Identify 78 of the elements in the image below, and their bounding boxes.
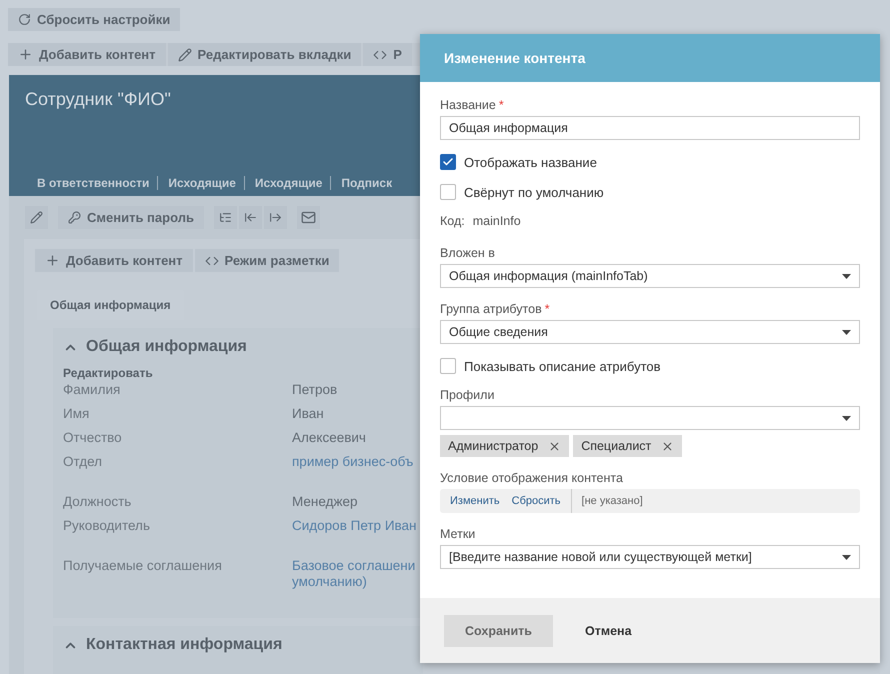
checkbox-label: Отображать название: [464, 154, 597, 170]
field-label: Профили: [440, 388, 496, 402]
code-label: Код:: [440, 214, 465, 228]
attribute-link[interactable]: Сидоров Петр Иван: [292, 518, 417, 534]
caret-down-icon: [842, 554, 851, 560]
arrow-out-icon: [268, 211, 282, 224]
header-tab[interactable]: Исходящие: [157, 176, 244, 190]
move-in-button[interactable]: [238, 206, 262, 229]
name-input[interactable]: Общая информация: [440, 116, 860, 140]
field-label: Вложен в: [440, 246, 496, 260]
condition-value: [не указано]: [580, 495, 643, 507]
close-icon[interactable]: [548, 440, 562, 452]
header-tab[interactable]: В ответственности: [25, 176, 158, 190]
checkbox[interactable]: [440, 358, 456, 374]
caret-down-icon: [842, 416, 851, 420]
attribute-link[interactable]: пример бизнес-объ: [292, 454, 414, 470]
condition-link[interactable]: Изменить: [450, 495, 500, 507]
checkbox[interactable]: [440, 184, 456, 200]
select-field[interactable]: Общие сведения: [440, 320, 860, 344]
toolbar-button[interactable]: Добавить контент: [35, 249, 193, 272]
condition-link[interactable]: Сбросить: [512, 495, 561, 507]
refresh-icon: [18, 13, 31, 26]
edit-link[interactable]: Редактировать: [63, 366, 413, 380]
caret-down-icon: [842, 274, 851, 278]
mail-button[interactable]: [296, 206, 320, 229]
pencil-icon: [30, 211, 43, 224]
plus-icon: [45, 253, 60, 268]
checkbox[interactable]: [440, 154, 456, 170]
attribute-label: Руководитель: [63, 518, 151, 533]
mail-icon: [300, 210, 316, 225]
field-label: Условие отображения контента: [440, 471, 624, 485]
edit-button[interactable]: [25, 206, 48, 229]
reset-settings-button[interactable]: Сбросить настройки: [8, 8, 180, 31]
attribute-link[interactable]: Базовое соглашени умолчанию): [292, 558, 416, 590]
dialog-title: Изменение контента: [444, 50, 586, 66]
attribute-value: Алексеевич: [292, 430, 366, 446]
attribute-label: Отдел: [63, 454, 104, 469]
check-icon: [442, 156, 454, 168]
caret-down-icon: [842, 330, 851, 334]
attribute-label: Получаемые соглашения: [63, 558, 223, 573]
toolbar-button[interactable]: Добавить контент: [8, 43, 166, 66]
section-title: Контактная информация: [86, 636, 282, 654]
field-label: Группа атрибутов *: [440, 302, 551, 316]
profile-tag: Специалист: [573, 435, 682, 457]
plus-icon: [18, 47, 33, 62]
key-icon: [68, 211, 81, 224]
attribute-value: Менеджер: [292, 494, 358, 510]
header-tab[interactable]: Подписк: [330, 176, 400, 190]
select-field[interactable]: Общая информация (mainInfoTab): [440, 264, 860, 288]
section-title: Общая информация: [86, 338, 247, 356]
toolbar-button[interactable]: Режим разметки: [194, 249, 340, 272]
checkbox-label: Показывать описание атрибутов: [464, 358, 661, 374]
profile-tag: Администратор: [440, 435, 570, 457]
attribute-value: Иван: [292, 406, 324, 422]
checkbox-label: Свёрнут по умолчанию: [464, 184, 604, 200]
field-label: Название *: [440, 98, 505, 112]
move-out-button[interactable]: [264, 206, 287, 229]
code-value: mainInfo: [472, 214, 521, 228]
toolbar-button[interactable]: Редактировать вкладки: [168, 43, 362, 66]
arrow-in-icon: [244, 211, 257, 224]
select-field[interactable]: [440, 406, 860, 430]
list-tree-icon: [218, 211, 232, 224]
attribute-label: Отчество: [63, 430, 123, 445]
card-title: Сотрудник "ФИО": [25, 89, 171, 110]
toolbar-button[interactable]: Р: [363, 43, 412, 66]
attribute-label: Должность: [63, 494, 132, 509]
attribute-label: Имя: [63, 406, 90, 421]
pencil-icon: [178, 48, 192, 62]
save-button[interactable]: Сохранить: [444, 614, 553, 646]
tree-button[interactable]: [214, 206, 237, 229]
field-label: Метки: [440, 527, 476, 541]
select-field[interactable]: [Введите название новой или существующей метки]: [440, 545, 860, 569]
close-icon[interactable]: [661, 440, 674, 452]
attribute-value: Петров: [292, 382, 338, 398]
change-password-button[interactable]: Сменить пароль: [58, 206, 204, 229]
header-tab[interactable]: Исходящие: [244, 176, 330, 190]
attribute-label: Фамилия: [63, 382, 122, 397]
cancel-button[interactable]: Отмена: [585, 624, 632, 638]
